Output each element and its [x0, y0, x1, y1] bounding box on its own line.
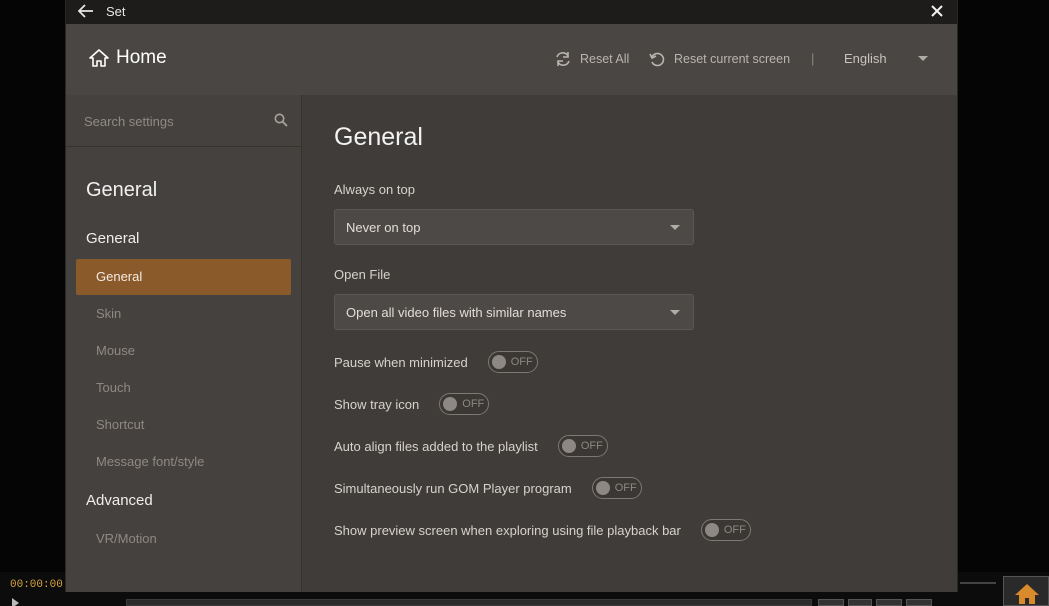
sidebar-item-mouse[interactable]: Mouse: [76, 333, 291, 369]
chevron-down-icon: [670, 225, 680, 230]
toggle-label: Auto align files added to the playlist: [334, 438, 538, 454]
open-file-label: Open File: [334, 267, 391, 282]
reset-current-label: Reset current screen: [674, 52, 791, 66]
reset-all-label: Reset All: [580, 52, 630, 66]
title-bar: Set: [66, 0, 957, 24]
toggle-state: OFF: [462, 398, 485, 410]
sidebar-item-general[interactable]: General: [76, 259, 291, 295]
settings-content: General Always on top Never on top Open …: [302, 95, 957, 592]
player-button[interactable]: [848, 599, 872, 606]
show-tray-icon-row: Show tray icon OFF: [334, 392, 490, 416]
home-label: Home: [116, 47, 167, 68]
show-tray-icon-toggle[interactable]: OFF: [439, 393, 490, 415]
close-icon[interactable]: [930, 4, 944, 18]
preview-screen-row: Show preview screen when exploring using…: [334, 518, 751, 542]
toggle-state: OFF: [510, 356, 533, 368]
page-title: General: [334, 123, 423, 151]
settings-sidebar: General General General Skin Mouse Touch…: [66, 95, 302, 592]
open-file-value: Open all video files with similar names: [346, 305, 567, 320]
toggle-label: Show tray icon: [334, 396, 420, 412]
search-icon[interactable]: [274, 113, 288, 127]
play-icon[interactable]: [12, 598, 19, 606]
auto-align-toggle[interactable]: OFF: [557, 435, 608, 457]
toggle-state: OFF: [580, 440, 603, 452]
back-arrow-icon[interactable]: [78, 4, 94, 18]
refresh-icon: [556, 52, 570, 66]
home-icon: [89, 49, 109, 67]
sidebar-item-shortcut[interactable]: Shortcut: [76, 407, 291, 443]
reset-icon: [649, 52, 665, 67]
player-time: 00:00:00: [10, 579, 63, 591]
chevron-down-icon: [670, 310, 680, 315]
settings-window: Set Home Reset All Reset current screen …: [65, 0, 958, 592]
chevron-down-icon[interactable]: [918, 56, 928, 61]
player-button[interactable]: [906, 599, 932, 606]
sidebar-item-message-font[interactable]: Message font/style: [76, 444, 291, 480]
player-home-button[interactable]: [1003, 576, 1049, 606]
toggle-state: OFF: [614, 482, 637, 494]
sidebar-group-advanced[interactable]: Advanced: [86, 492, 153, 509]
toggle-knob: [491, 355, 506, 369]
player-volume-bar[interactable]: [960, 582, 996, 584]
home-button[interactable]: Home: [88, 47, 167, 69]
window-title: Set: [106, 4, 126, 19]
player-button[interactable]: [818, 599, 844, 606]
sidebar-heading: General: [86, 179, 158, 201]
reset-current-button[interactable]: Reset current screen: [648, 51, 790, 67]
toggle-label: Show preview screen when exploring using…: [334, 522, 681, 538]
header-separator: |: [811, 51, 815, 66]
toggle-state: OFF: [723, 524, 746, 536]
always-on-top-select[interactable]: Never on top: [334, 209, 694, 245]
pause-minimized-toggle[interactable]: OFF: [487, 351, 538, 373]
player-seek-bar[interactable]: [126, 599, 812, 606]
screen: 00:00:00 Set Home Reset All Reset curren…: [0, 0, 1049, 606]
open-file-select[interactable]: Open all video files with similar names: [334, 294, 694, 330]
simultaneous-run-toggle[interactable]: OFF: [591, 477, 642, 499]
sidebar-item-touch[interactable]: Touch: [76, 370, 291, 406]
simultaneous-run-row: Simultaneously run GOM Player program OF…: [334, 476, 642, 500]
sidebar-item-vr-motion[interactable]: VR/Motion: [76, 521, 291, 557]
always-on-top-value: Never on top: [346, 220, 421, 235]
toggle-knob: [561, 439, 576, 453]
settings-header: Home Reset All Reset current screen | En…: [66, 24, 957, 95]
toggle-knob: [595, 481, 610, 495]
toggle-knob: [443, 397, 458, 411]
sidebar-group-general[interactable]: General: [86, 230, 139, 247]
toggle-label: Pause when minimized: [334, 354, 468, 370]
player-button[interactable]: [876, 599, 902, 606]
always-on-top-label: Always on top: [334, 182, 415, 197]
toggle-label: Simultaneously run GOM Player program: [334, 480, 572, 496]
auto-align-row: Auto align files added to the playlist O…: [334, 434, 608, 458]
toggle-knob: [704, 523, 719, 537]
home-icon: [1015, 584, 1039, 604]
preview-screen-toggle[interactable]: OFF: [700, 519, 751, 541]
search-input[interactable]: [84, 110, 264, 132]
pause-minimized-row: Pause when minimized OFF: [334, 350, 538, 374]
reset-all-button[interactable]: Reset All: [554, 51, 629, 67]
sidebar-item-skin[interactable]: Skin: [76, 296, 291, 332]
search-box: [66, 95, 301, 147]
